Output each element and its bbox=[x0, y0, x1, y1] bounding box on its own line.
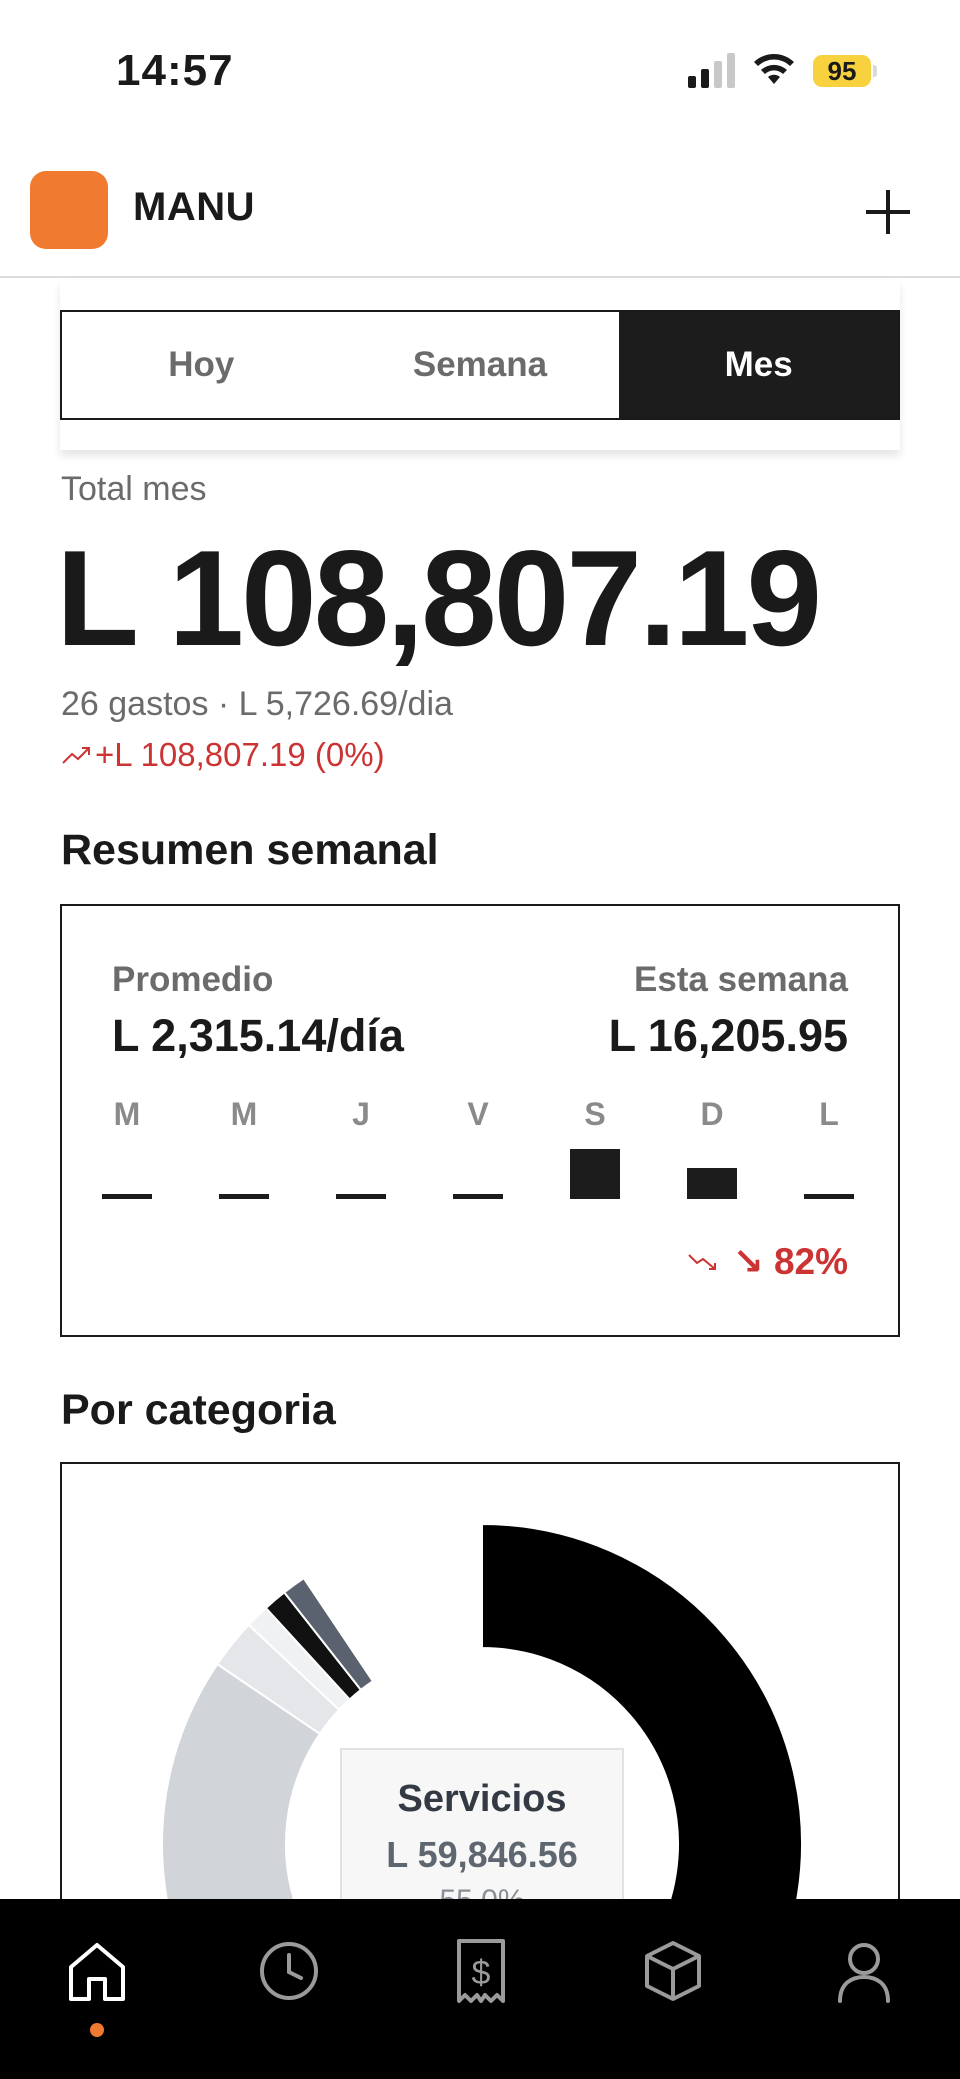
total-meta: 26 gastos · L 5,726.69/dia bbox=[61, 685, 453, 723]
tab-inventory[interactable] bbox=[633, 1931, 713, 2011]
total-amount: L 108,807.19 bbox=[56, 522, 822, 674]
day-column: M bbox=[88, 1096, 166, 1206]
home-icon bbox=[69, 1943, 125, 2001]
add-button[interactable] bbox=[860, 184, 916, 240]
weekly-change: ↘ 82% bbox=[687, 1240, 848, 1283]
day-bar bbox=[219, 1194, 269, 1199]
battery-icon: 95 bbox=[813, 55, 877, 87]
tooltip-category-value: L 59,846.56 bbox=[386, 1834, 578, 1875]
day-letter: M bbox=[113, 1096, 141, 1132]
weekly-change-text: ↘ 82% bbox=[732, 1241, 848, 1282]
day-letter: S bbox=[584, 1096, 606, 1132]
category-card: Servicios L 59,846.56 55.0% bbox=[60, 1462, 900, 1924]
bottom-tab-bar: $ bbox=[0, 1899, 960, 2079]
battery-level: 95 bbox=[827, 56, 857, 86]
total-label: Total mes bbox=[61, 470, 207, 508]
day-column: J bbox=[322, 1096, 400, 1206]
weekly-card: Promedio L 2,315.14/día Esta semana L 16… bbox=[60, 904, 900, 1337]
weekly-bar-chart: MMJVSDL bbox=[88, 1096, 868, 1206]
avatar[interactable] bbox=[30, 171, 108, 249]
day-letter: J bbox=[352, 1096, 370, 1132]
box-icon bbox=[645, 1941, 701, 2001]
app-title: MANU bbox=[133, 185, 255, 229]
status-time: 14:57 bbox=[116, 46, 234, 95]
week-total-value: L 16,205.95 bbox=[608, 1010, 848, 1061]
receipt-icon: $ bbox=[457, 1939, 505, 2003]
trend-down-icon bbox=[687, 1253, 716, 1270]
clock-icon bbox=[260, 1942, 318, 2000]
total-change: +L 108,807.19 (0%) bbox=[61, 736, 385, 774]
day-letter: M bbox=[230, 1096, 258, 1132]
total-change-text: +L 108,807.19 (0%) bbox=[95, 736, 385, 773]
day-bar bbox=[102, 1194, 152, 1199]
category-title: Por categoria bbox=[61, 1386, 336, 1434]
day-letter: D bbox=[700, 1096, 724, 1132]
app-header: MANU bbox=[0, 140, 960, 278]
tab-home[interactable] bbox=[57, 1931, 137, 2037]
period-selector-card: Hoy Semana Mes bbox=[60, 280, 900, 450]
day-letter: V bbox=[467, 1096, 489, 1132]
day-column: D bbox=[673, 1096, 751, 1206]
tab-semana[interactable]: Semana bbox=[341, 312, 620, 418]
day-bar bbox=[804, 1194, 854, 1199]
week-total-label: Esta semana bbox=[633, 960, 848, 999]
category-tooltip: Servicios L 59,846.56 55.0% bbox=[340, 1748, 624, 1924]
average-label: Promedio bbox=[112, 960, 274, 999]
svg-text:$: $ bbox=[472, 1954, 491, 1992]
tooltip-category-name: Servicios bbox=[397, 1778, 567, 1820]
day-letter: L bbox=[819, 1096, 839, 1132]
day-column: M bbox=[205, 1096, 283, 1206]
active-tab-indicator bbox=[90, 2023, 104, 2037]
signal-icon bbox=[688, 53, 735, 88]
period-selector: Hoy Semana Mes bbox=[60, 310, 900, 420]
day-bar bbox=[570, 1149, 620, 1199]
average-value: L 2,315.14/día bbox=[112, 1010, 404, 1061]
day-bar bbox=[453, 1194, 503, 1199]
tab-mes[interactable]: Mes bbox=[619, 312, 899, 418]
trend-up-icon bbox=[62, 747, 90, 764]
tab-hoy[interactable]: Hoy bbox=[62, 312, 341, 418]
day-bar bbox=[687, 1168, 737, 1199]
tab-profile[interactable] bbox=[824, 1931, 904, 2011]
wifi-icon bbox=[754, 54, 794, 84]
user-icon bbox=[838, 1943, 890, 2003]
day-column: V bbox=[439, 1096, 517, 1206]
tab-history[interactable] bbox=[249, 1931, 329, 2011]
day-column: L bbox=[790, 1096, 868, 1206]
weekly-title: Resumen semanal bbox=[61, 826, 439, 874]
day-column: S bbox=[556, 1096, 634, 1206]
tab-expenses[interactable]: $ bbox=[441, 1931, 521, 2011]
day-bar bbox=[336, 1194, 386, 1199]
status-bar: 14:57 95 bbox=[0, 0, 960, 140]
